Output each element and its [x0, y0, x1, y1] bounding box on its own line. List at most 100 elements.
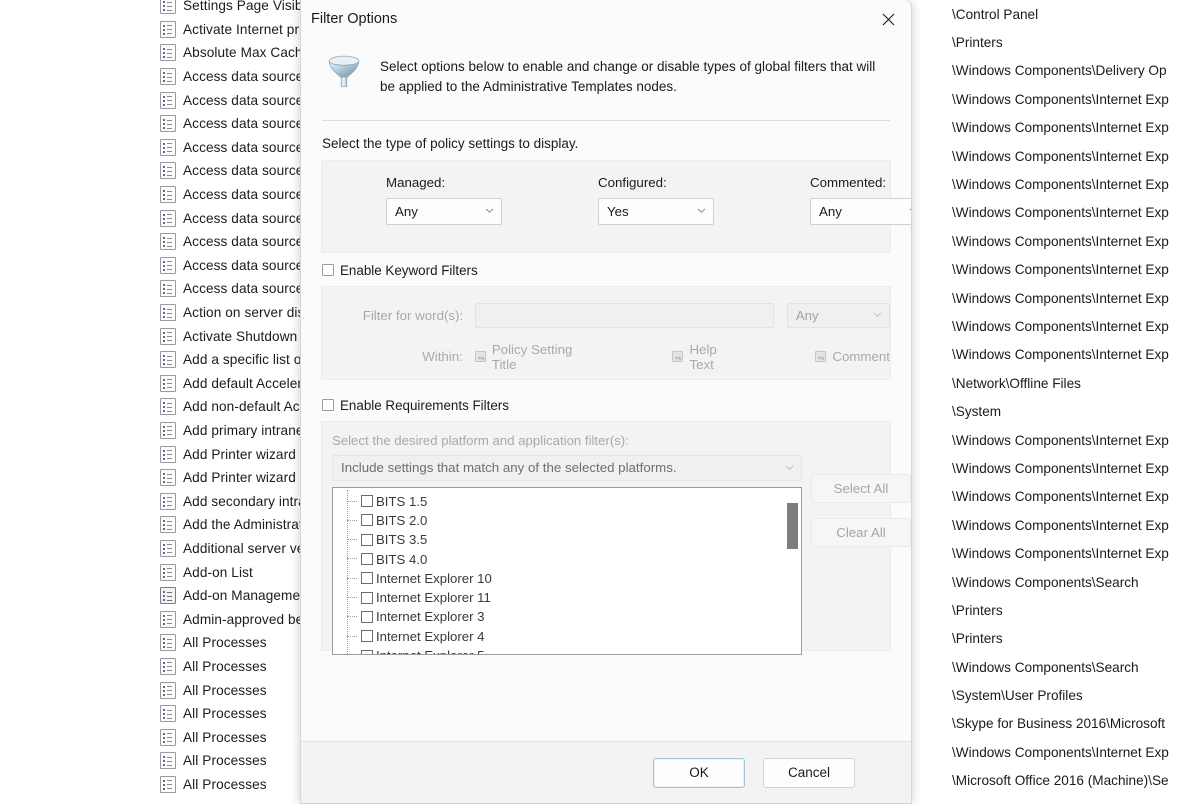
platform-tree-item[interactable]: BITS 4.0 — [333, 549, 801, 568]
policy-path-row[interactable]: \Windows Components\Internet Exp — [952, 483, 1193, 511]
policy-path-row[interactable]: \Skype for Business 2016\Microsoft — [952, 710, 1193, 738]
policy-setting-row[interactable]: Add-on Manageme — [160, 584, 300, 608]
checkbox-box[interactable] — [361, 514, 373, 526]
platform-tree-item[interactable]: BITS 3.5 — [333, 530, 801, 549]
checkbox-box[interactable] — [361, 534, 373, 546]
policy-path-row[interactable]: \Windows Components\Internet Exp — [952, 539, 1193, 567]
policy-setting-row[interactable]: Access data sources — [160, 206, 300, 230]
keyword-match-dropdown[interactable]: Any — [787, 303, 890, 328]
policy-path-row[interactable]: \Windows Components\Internet Exp — [952, 256, 1193, 284]
policy-path-row[interactable]: \Printers — [952, 28, 1193, 56]
policy-path-row[interactable]: \Windows Components\Internet Exp — [952, 85, 1193, 113]
platform-match-dropdown[interactable]: Include settings that match any of the s… — [332, 455, 802, 481]
policy-setting-row[interactable]: Add a specific list of — [160, 348, 300, 372]
platform-tree-item[interactable]: Internet Explorer 5 — [333, 646, 801, 655]
policy-settings-list[interactable]: Settings Page VisibilActivate Internet p… — [0, 0, 300, 804]
policy-path-row[interactable]: \Printers — [952, 625, 1193, 653]
policy-setting-row[interactable]: Add secondary intra — [160, 489, 300, 513]
platform-tree-item[interactable]: BITS 1.5 — [333, 492, 801, 511]
checkbox-box[interactable] — [361, 630, 373, 642]
policy-path-row[interactable]: \System\User Profiles — [952, 681, 1193, 709]
policy-setting-row[interactable]: Admin-approved be — [160, 607, 300, 631]
policy-path-row[interactable]: \Windows Components\Internet Exp — [952, 454, 1193, 482]
checkbox-box[interactable] — [361, 611, 373, 623]
policy-setting-row[interactable]: Add-on List — [160, 560, 300, 584]
policy-setting-row[interactable]: Absolute Max Cache — [160, 41, 300, 65]
policy-path-row[interactable]: \Windows Components\Internet Exp — [952, 227, 1193, 255]
policy-setting-row[interactable]: All Processes — [160, 702, 300, 726]
policy-setting-row[interactable]: Activate Shutdown I — [160, 324, 300, 348]
policy-setting-row[interactable]: Access data sources — [160, 88, 300, 112]
select-all-button[interactable]: Select All — [811, 474, 911, 503]
close-icon[interactable] — [865, 0, 911, 38]
policy-setting-row[interactable]: All Processes — [160, 749, 300, 773]
policy-path-row[interactable]: \Windows Components\Internet Exp — [952, 312, 1193, 340]
checkbox-box[interactable] — [361, 495, 373, 507]
policy-path-row[interactable]: \System — [952, 397, 1193, 425]
platform-tree-item[interactable]: Internet Explorer 11 — [333, 588, 801, 607]
policy-setting-row[interactable]: All Processes — [160, 655, 300, 679]
policy-path-row[interactable]: \Windows Components\Internet Exp — [952, 199, 1193, 227]
policy-path-row[interactable]: \Windows Components\Internet Exp — [952, 114, 1193, 142]
dropdown-managed[interactable]: Any — [386, 198, 502, 225]
checkbox-box[interactable] — [361, 553, 373, 565]
cancel-button[interactable]: Cancel — [763, 758, 855, 788]
policy-setting-row[interactable]: All Processes — [160, 725, 300, 749]
policy-path-row[interactable]: \Windows Components\Internet Exp — [952, 511, 1193, 539]
policy-setting-row[interactable]: Add non-default Ac — [160, 395, 300, 419]
policy-path-row[interactable]: \Windows Components\Internet Exp — [952, 170, 1193, 198]
policy-setting-row[interactable]: All Processes — [160, 678, 300, 702]
policy-setting-row[interactable]: Add Printer wizard - — [160, 466, 300, 490]
policy-setting-row[interactable]: Settings Page Visibil — [160, 0, 300, 18]
checkbox-box[interactable] — [361, 650, 373, 655]
policy-path-row[interactable]: \Windows Components\Internet Exp — [952, 341, 1193, 369]
filter-words-input[interactable] — [475, 303, 774, 328]
within-option-comment[interactable]: Comment — [815, 349, 890, 364]
policy-setting-row[interactable]: All Processes — [160, 773, 300, 797]
policy-path-row[interactable]: \Windows Components\Delivery Op — [952, 57, 1193, 85]
policy-setting-row[interactable]: Add the Administrat — [160, 513, 300, 537]
policy-setting-row[interactable]: Access data sources — [160, 183, 300, 207]
policy-path-row[interactable]: \Windows Components\Search — [952, 568, 1193, 596]
policy-path-row[interactable]: \Windows Components\Internet Exp — [952, 426, 1193, 454]
policy-path-row[interactable]: \Windows Components\Internet Exp — [952, 284, 1193, 312]
policy-path-list[interactable]: \Control Panel\Printers\Windows Componen… — [952, 0, 1193, 804]
policy-path-row[interactable]: \Windows Components\Internet Exp — [952, 738, 1193, 766]
enable-requirements-filters-checkbox[interactable]: Enable Requirements Filters — [322, 398, 899, 413]
platform-tree-item[interactable]: Internet Explorer 4 — [333, 627, 801, 646]
policy-setting-row[interactable]: Add primary intrane — [160, 419, 300, 443]
policy-path-row[interactable]: \Windows Components\Internet Exp — [952, 795, 1193, 804]
platform-tree-list[interactable]: BITS 1.5BITS 2.0BITS 3.5BITS 4.0Internet… — [332, 487, 802, 655]
scrollbar-thumb[interactable] — [787, 503, 798, 549]
platform-tree-item[interactable]: Internet Explorer 3 — [333, 607, 801, 626]
checkbox-box[interactable] — [361, 572, 373, 584]
policy-path-row[interactable]: \Network\Offline Files — [952, 369, 1193, 397]
checkbox-box[interactable] — [361, 592, 373, 604]
policy-setting-row[interactable]: Action on server dis — [160, 301, 300, 325]
policy-path-row[interactable]: \Windows Components\Search — [952, 653, 1193, 681]
ok-button[interactable]: OK — [653, 758, 745, 788]
tree-scrollbar[interactable] — [785, 489, 800, 653]
policy-setting-row[interactable]: Access data sources — [160, 136, 300, 160]
policy-path-row[interactable]: \Microsoft Office 2016 (Machine)\Se — [952, 767, 1193, 795]
policy-setting-row[interactable]: Access data sources — [160, 112, 300, 136]
policy-path-row[interactable]: \Printers — [952, 596, 1193, 624]
policy-setting-row[interactable]: Add Printer wizard - — [160, 442, 300, 466]
policy-path-row[interactable]: \Control Panel — [952, 0, 1193, 28]
platform-tree-item[interactable]: Internet Explorer 10 — [333, 569, 801, 588]
policy-setting-row[interactable]: Access data sources — [160, 277, 300, 301]
policy-setting-row[interactable]: Access data sources — [160, 230, 300, 254]
dropdown-commented[interactable]: Any — [810, 198, 912, 225]
policy-setting-row[interactable]: Additional server ve — [160, 537, 300, 561]
clear-all-button[interactable]: Clear All — [811, 518, 911, 547]
platform-tree-item[interactable]: BITS 2.0 — [333, 511, 801, 530]
policy-setting-row[interactable]: All Processes — [160, 631, 300, 655]
policy-path-row[interactable]: \Windows Components\Internet Exp — [952, 142, 1193, 170]
policy-setting-row[interactable]: Access data sources — [160, 65, 300, 89]
within-option-help-text[interactable]: Help Text — [672, 342, 741, 372]
dropdown-configured[interactable]: Yes — [598, 198, 714, 225]
policy-setting-row[interactable]: Activate Internet pri — [160, 18, 300, 42]
within-option-policy-setting-title[interactable]: Policy Setting Title — [475, 342, 595, 372]
policy-setting-row[interactable]: Add default Accelera — [160, 372, 300, 396]
policy-setting-row[interactable]: Access data sources — [160, 159, 300, 183]
